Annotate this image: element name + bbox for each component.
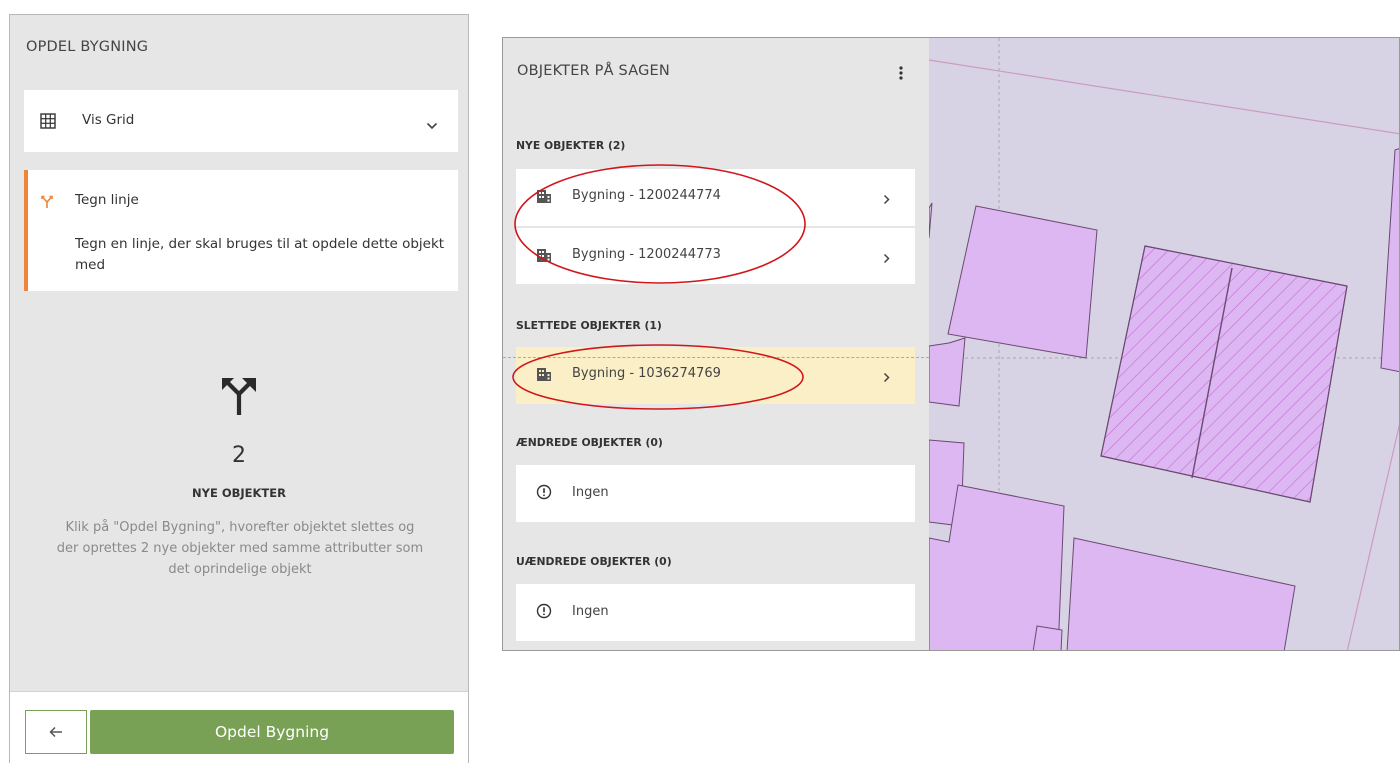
building-icon <box>536 247 552 267</box>
unchanged-objects-header: UÆNDREDE OBJEKTER (0) <box>516 555 672 568</box>
chevron-right-icon <box>883 249 890 268</box>
case-objects-view: OBJEKTER PÅ SAGEN NYE OBJEKTER (2) Bygni… <box>502 37 1400 651</box>
split-building-hatch <box>1100 245 1348 503</box>
arrow-left-icon <box>49 723 63 742</box>
object-row[interactable]: Bygning - 1200244774 <box>516 169 915 226</box>
split-building-button[interactable]: Opdel Bygning <box>90 710 454 754</box>
new-objects-count: 2 <box>232 443 246 468</box>
object-label: Bygning - 1036274769 <box>572 366 721 381</box>
draw-line-description: Tegn en linje, der skal bruges til at op… <box>75 236 445 273</box>
object-label: Bygning - 1200244773 <box>572 247 721 262</box>
vis-grid-label: Vis Grid <box>82 112 135 128</box>
object-label: Bygning - 1200244774 <box>572 188 721 203</box>
split-explanation: Klik på "Opdel Bygning", hvorefter objek… <box>56 520 424 577</box>
building-icon <box>536 188 552 208</box>
empty-text: Ingen <box>572 485 609 500</box>
info-circle-icon <box>536 603 552 623</box>
new-objects-header: NYE OBJEKTER (2) <box>516 139 626 152</box>
object-row[interactable]: Bygning - 1200244773 <box>516 227 915 284</box>
panel-footer: Opdel Bygning <box>10 692 468 764</box>
info-circle-icon <box>536 484 552 504</box>
back-button[interactable] <box>25 710 87 754</box>
map-canvas <box>928 38 1399 651</box>
split-arrows-icon <box>217 375 261 423</box>
empty-text: Ingen <box>572 604 609 619</box>
chevron-down-icon <box>426 115 438 134</box>
building-footprint[interactable] <box>1032 625 1063 651</box>
object-row[interactable]: Bygning - 1036274769 <box>516 347 915 404</box>
changed-objects-header: ÆNDREDE OBJEKTER (0) <box>516 436 663 449</box>
draw-line-title: Tegn linje <box>75 192 139 208</box>
grid-icon <box>40 113 56 133</box>
split-arrows-icon <box>40 194 54 213</box>
objects-list-panel: OBJEKTER PÅ SAGEN NYE OBJEKTER (2) Bygni… <box>503 38 929 650</box>
grid-guide-line <box>503 357 929 358</box>
map-view[interactable] <box>928 38 1399 651</box>
empty-list-row: Ingen <box>516 584 915 641</box>
chevron-right-icon <box>883 368 890 387</box>
building-icon <box>536 366 552 386</box>
vis-grid-dropdown[interactable]: Vis Grid <box>24 90 458 152</box>
split-building-panel: OPDEL BYGNING Vis Grid Tegn linje Tegn e <box>9 14 469 764</box>
deleted-objects-header: SLETTEDE OBJEKTER (1) <box>516 319 662 332</box>
objects-panel-title: OBJEKTER PÅ SAGEN <box>517 63 670 79</box>
chevron-right-icon <box>883 190 890 209</box>
panel-title: OPDEL BYGNING <box>26 39 149 55</box>
more-options-icon[interactable] <box>897 64 905 82</box>
draw-line-step[interactable]: Tegn linje Tegn en linje, der skal bruge… <box>24 170 458 291</box>
new-objects-label: NYE OBJEKTER <box>192 486 286 500</box>
building-footprint[interactable] <box>928 337 966 407</box>
empty-list-row: Ingen <box>516 465 915 522</box>
